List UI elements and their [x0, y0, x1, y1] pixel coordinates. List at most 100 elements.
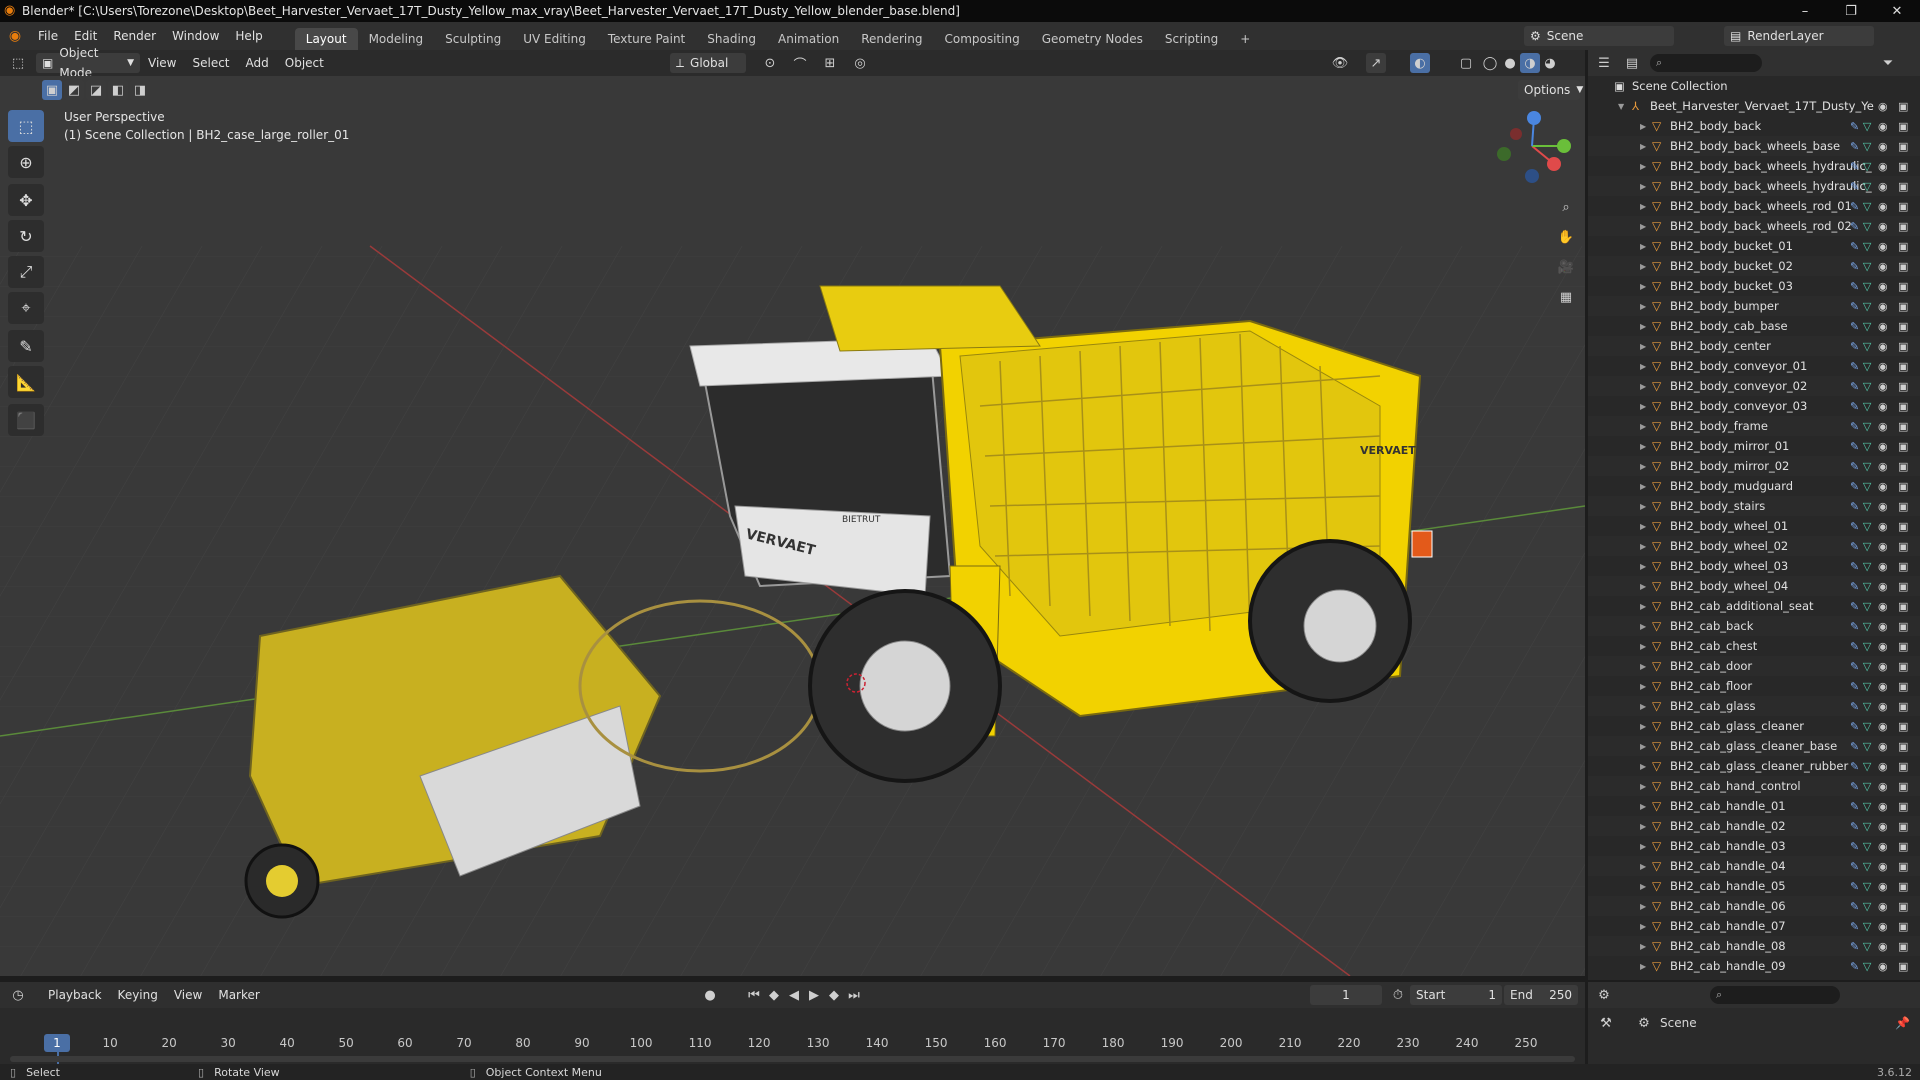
display-mode-icon[interactable]: ▤ — [1622, 53, 1642, 73]
expand-arrow-icon[interactable]: ▶ — [1640, 302, 1646, 311]
menu-object[interactable]: Object — [277, 53, 332, 73]
expand-arrow-icon[interactable]: ▶ — [1640, 682, 1646, 691]
outliner-object-row[interactable]: ▶ ▽ BH2_cab_handle_04 ✎ ▽ ◉ ▣ — [1588, 856, 1920, 876]
properties-search-input[interactable]: ⌕ — [1710, 986, 1840, 1004]
eye-icon[interactable]: ◉ — [1878, 440, 1888, 453]
eye-icon[interactable]: ◉ — [1878, 140, 1888, 153]
outliner-object-row[interactable]: ▶ ▽ BH2_cab_handle_07 ✎ ▽ ◉ ▣ — [1588, 916, 1920, 936]
expand-arrow-icon[interactable]: ▶ — [1640, 162, 1646, 171]
eye-icon[interactable]: ◉ — [1878, 120, 1888, 133]
outliner-object-row[interactable]: ▶ ▽ BH2_cab_chest ✎ ▽ ◉ ▣ — [1588, 636, 1920, 656]
outliner-object-row[interactable]: ▶ ▽ BH2_body_conveyor_03 ✎ ▽ ◉ ▣ — [1588, 396, 1920, 416]
camera-icon[interactable]: ▣ — [1898, 840, 1908, 853]
outliner-object-row[interactable]: ▶ ▽ BH2_body_back_wheels_rod_01 ✎ ▽ ◉ ▣ — [1588, 196, 1920, 216]
outliner-object-row[interactable]: ▶ ▽ BH2_cab_door ✎ ▽ ◉ ▣ — [1588, 656, 1920, 676]
camera-icon[interactable]: ▣ — [1898, 580, 1908, 593]
add-workspace-button[interactable]: + — [1229, 28, 1261, 50]
outliner-object-row[interactable]: ▶ ▽ BH2_cab_handle_09 ✎ ▽ ◉ ▣ — [1588, 956, 1920, 976]
camera-icon[interactable]: ▣ — [1898, 160, 1908, 173]
gizmo-neg-y-axis[interactable] — [1497, 147, 1511, 161]
end-frame-field[interactable]: End 250 — [1504, 985, 1578, 1005]
camera-icon[interactable]: ▣ — [1898, 280, 1908, 293]
camera-icon[interactable]: ▣ — [1898, 780, 1908, 793]
expand-arrow-icon[interactable]: ▶ — [1640, 522, 1646, 531]
expand-arrow-icon[interactable]: ▶ — [1640, 842, 1646, 851]
tab-shading[interactable]: Shading — [696, 28, 767, 50]
view-layer-selector[interactable]: ▤ RenderLayer — [1724, 26, 1874, 46]
expand-arrow-icon[interactable]: ▶ — [1640, 202, 1646, 211]
overlay-toggle-icon[interactable]: ◐ — [1410, 53, 1430, 73]
camera-icon[interactable]: ▣ — [1898, 200, 1908, 213]
transform-icon[interactable]: ⌖ — [8, 292, 44, 324]
expand-arrow-icon[interactable]: ▶ — [1640, 222, 1646, 231]
select-intersect-icon[interactable]: ◨ — [130, 80, 150, 100]
snap-target-icon[interactable]: ⊞ — [820, 53, 840, 73]
expand-arrow-icon[interactable]: ▶ — [1640, 262, 1646, 271]
camera-icon[interactable]: ▣ — [1898, 180, 1908, 193]
minimize-button[interactable]: – — [1782, 0, 1828, 22]
next-keyframe-icon[interactable]: ◆ — [824, 985, 844, 1005]
eye-icon[interactable]: ◉ — [1878, 260, 1888, 273]
camera-icon[interactable]: ▣ — [1898, 720, 1908, 733]
outliner-object-row[interactable]: ▶ ▽ BH2_cab_back ✎ ▽ ◉ ▣ — [1588, 616, 1920, 636]
expand-arrow-icon[interactable]: ▶ — [1640, 922, 1646, 931]
eye-icon[interactable]: ◉ — [1878, 560, 1888, 573]
maximize-button[interactable]: ❐ — [1828, 0, 1874, 22]
camera-icon[interactable]: ▣ — [1898, 360, 1908, 373]
blender-menu-icon[interactable]: ◉ — [0, 28, 30, 44]
expand-arrow-icon[interactable]: ▶ — [1640, 582, 1646, 591]
expand-arrow-icon[interactable]: ▶ — [1640, 622, 1646, 631]
tab-modeling[interactable]: Modeling — [358, 28, 435, 50]
eye-icon[interactable]: ◉ — [1878, 420, 1888, 433]
eye-icon[interactable]: ◉ — [1878, 960, 1888, 973]
camera-icon[interactable]: ▣ — [1898, 560, 1908, 573]
camera-icon[interactable]: ▣ — [1898, 740, 1908, 753]
snap-icon[interactable]: ⌒ — [790, 53, 810, 73]
expand-arrow-icon[interactable]: ▶ — [1640, 242, 1646, 251]
select-invert-icon[interactable]: ◧ — [108, 80, 128, 100]
eye-icon[interactable]: ◉ — [1878, 200, 1888, 213]
eye-icon[interactable]: ◉ — [1878, 320, 1888, 333]
expand-arrow-icon[interactable]: ▶ — [1640, 782, 1646, 791]
eye-icon[interactable]: ◉ — [1878, 860, 1888, 873]
pan-hand-icon[interactable]: ✋ — [1552, 224, 1580, 250]
filter-icon[interactable]: ⏷ — [1878, 53, 1898, 73]
eye-icon[interactable]: ◉ — [1878, 100, 1888, 113]
scale-icon[interactable]: ⤢ — [8, 256, 44, 288]
mode-dropdown[interactable]: ▣ Object Mode ▼ — [36, 46, 140, 80]
eye-icon[interactable]: ◉ — [1878, 460, 1888, 473]
select-new-icon[interactable]: ▣ — [42, 80, 62, 100]
outliner-object-row[interactable]: ▶ ▽ BH2_body_back_wheels_hydraulic_ ✎ ▽ ◉ ▣ — [1588, 176, 1920, 196]
camera-icon[interactable]: ▣ — [1898, 680, 1908, 693]
menu-help[interactable]: Help — [227, 22, 270, 50]
outliner-object-row[interactable]: ▶ ▽ BH2_body_conveyor_01 ✎ ▽ ◉ ▣ — [1588, 356, 1920, 376]
eye-icon[interactable]: ◉ — [1878, 800, 1888, 813]
expand-arrow-icon[interactable]: ▶ — [1640, 402, 1646, 411]
outliner-object-row[interactable]: ▶ ▽ BH2_body_wheel_03 ✎ ▽ ◉ ▣ — [1588, 556, 1920, 576]
properties-editor-type-icon[interactable]: ⚙ — [1594, 985, 1614, 1005]
camera-icon[interactable]: ▣ — [1898, 960, 1908, 973]
menu-marker[interactable]: Marker — [210, 985, 267, 1005]
outliner-object-row[interactable]: ▶ ▽ BH2_body_stairs ✎ ▽ ◉ ▣ — [1588, 496, 1920, 516]
tab-uv-editing[interactable]: UV Editing — [512, 28, 597, 50]
eye-icon[interactable]: ◉ — [1878, 300, 1888, 313]
expand-arrow-icon[interactable]: ▶ — [1640, 722, 1646, 731]
camera-view-icon[interactable]: 🎥 — [1552, 254, 1580, 280]
outliner-object-row[interactable]: ▶ ▽ BH2_body_bucket_01 ✎ ▽ ◉ ▣ — [1588, 236, 1920, 256]
camera-icon[interactable]: ▣ — [1898, 260, 1908, 273]
expand-arrow-icon[interactable]: ▶ — [1640, 442, 1646, 451]
eye-icon[interactable]: ◉ — [1878, 660, 1888, 673]
eye-icon[interactable]: ◉ — [1878, 540, 1888, 553]
outliner-object-row[interactable]: ▶ ▽ BH2_body_mirror_02 ✎ ▽ ◉ ▣ — [1588, 456, 1920, 476]
camera-icon[interactable]: ▣ — [1898, 380, 1908, 393]
eye-icon[interactable]: ◉ — [1878, 760, 1888, 773]
pivot-icon[interactable]: ⊙ — [760, 53, 780, 73]
expand-arrow-icon[interactable]: ▶ — [1640, 382, 1646, 391]
scene-selector[interactable]: ⚙ Scene — [1524, 26, 1674, 46]
eye-icon[interactable]: ◉ — [1878, 780, 1888, 793]
expand-arrow-icon[interactable]: ▶ — [1640, 562, 1646, 571]
cursor-icon[interactable]: ⊕ — [8, 146, 44, 178]
outliner-object-row[interactable]: ▶ ▽ BH2_body_back_wheels_hydraulic_ ✎ ▽ ◉ ▣ — [1588, 156, 1920, 176]
tab-rendering[interactable]: Rendering — [850, 28, 933, 50]
play-icon[interactable]: ▶ — [804, 985, 824, 1005]
